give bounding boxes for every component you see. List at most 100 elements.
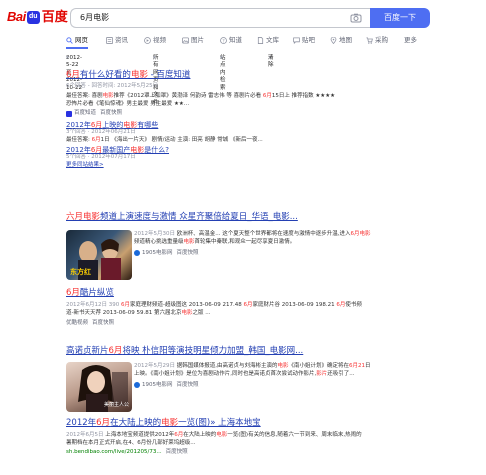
cache-snapshot-link[interactable]: 百度快照: [100, 110, 122, 117]
search-icon: [66, 36, 73, 44]
tab-purchase[interactable]: 采购: [366, 33, 388, 47]
subtitle-text: 有哪些: [137, 120, 159, 129]
result-source: 百度知道 百度快照: [66, 110, 366, 117]
snippet-highlight: 6月: [262, 92, 272, 99]
more-results-link[interactable]: 更多同站结果>: [66, 162, 366, 169]
title-text: 将映 朴信阳等演技明星倾力加盟_韩国_电影网...: [122, 346, 304, 356]
snippet-text: 欧洲杯、高温金... 这个夏天整个世界都将在速度与激情中逐步升温,进入: [175, 231, 351, 237]
source-name[interactable]: 1905电影网: [142, 250, 173, 257]
tab-video[interactable]: 视频: [144, 33, 166, 47]
tab-more[interactable]: 更多: [404, 33, 417, 47]
baidu-logo[interactable]: Bai du 百度: [7, 9, 68, 24]
cache-snapshot-link[interactable]: 百度快照: [177, 382, 199, 389]
title-highlight: 电影: [161, 418, 179, 428]
tab-image[interactable]: 图片: [182, 33, 204, 47]
tab-tieba[interactable]: 贴吧: [293, 33, 315, 47]
paw-icon: du: [26, 10, 40, 24]
search-result-4: 高诺贞新片6月将映 朴信阳等演技明星倾力加盟_韩国_电影网...: [66, 346, 386, 356]
tab-web[interactable]: 网页: [66, 33, 88, 49]
tab-label: 贴吧: [302, 35, 315, 44]
source-name[interactable]: 优酷视频: [66, 320, 88, 327]
snippet-text: 家庭财片谷 2013-06-09 198.21: [252, 302, 337, 309]
result-title-link[interactable]: 6月酷片纵览: [66, 288, 366, 298]
source-name[interactable]: 百度知道: [74, 110, 96, 117]
subtitle-text: 最新国产: [102, 145, 131, 154]
snippet-text: 2012年6月12日 390: [66, 302, 121, 309]
cache-snapshot-link[interactable]: 百度快照: [177, 250, 199, 257]
subtitle-text: 2012年: [66, 145, 91, 154]
snippet-text: 频道精心挑选重量级: [134, 239, 184, 246]
search-query[interactable]: 6月电影: [71, 13, 350, 24]
result-snippet: 最佳答案: 喜剧电影推荐《2012罩上加罩》黄渤泽 何韵诗 雷志伟 等 喜剧片必…: [66, 92, 336, 109]
title-highlight: 6月: [96, 418, 111, 428]
cache-snapshot-link[interactable]: 百度快照: [92, 320, 114, 327]
result-title-link[interactable]: 6月有什么好看的电影 - 百度知道: [66, 70, 366, 80]
result-snippet: 2012年5月29日 据韩国媒体报道,由高诺贞与刘海彬主演的电影《南小姐计划》确…: [134, 362, 374, 379]
search-tabs: 网页 资讯 视频 图片 ? 知道 文库 贴吧 地图 采购 更多: [0, 33, 486, 49]
result-snippet: 2012年6月12日 390 6月家庭理财频道-超级图这 2013-06-09 …: [66, 301, 366, 318]
tab-wenku[interactable]: 文库: [257, 33, 279, 47]
news-icon: [106, 36, 113, 44]
snippet-highlight: 6月: [174, 432, 184, 439]
title-text: 有什么好看的: [79, 70, 131, 80]
chevron-down-icon: ▾: [153, 55, 156, 61]
search-result-1: 6月有什么好看的电影 - 百度知道 6个回答 - 回答时间: 2012年5月25…: [66, 70, 366, 169]
search-input[interactable]: 6月电影: [70, 8, 370, 28]
clear-label: 清除: [268, 55, 274, 69]
result-source: 1905电影网 百度快照: [134, 250, 374, 257]
snippet-text: 还吸引了...: [327, 371, 355, 378]
result-thumbnail-image[interactable]: 东方红: [66, 230, 132, 280]
snippet-text: 推荐《2012罩上加罩》黄渤泽 何韵诗 雷志伟 等 喜剧片必看: [113, 92, 263, 99]
search-result-5: 2012年6月在大陆上映的电影一览(图)» 上海本地宝 2012年6月5日 上海…: [66, 418, 386, 456]
snippet-highlight: 6月: [121, 302, 130, 309]
title-text: 2012年: [66, 418, 97, 428]
tab-label: 采购: [375, 35, 388, 44]
snippet-text: 之版 ...: [192, 310, 211, 317]
tab-label: 知道: [229, 35, 242, 44]
result-source: 优酷视频 百度快照: [66, 320, 366, 327]
snippet-highlight: 6月: [350, 231, 360, 237]
snippet-date: 2012年5月30日: [134, 231, 175, 237]
result-title-link[interactable]: 六月电影频道上演速度与激情 众星齐聚倍给夏日_华语_电影...: [66, 212, 386, 222]
source-name[interactable]: 1905电影网: [142, 382, 173, 389]
question-icon: ?: [220, 36, 227, 44]
camera-icon[interactable]: [350, 13, 362, 23]
title-text: 酷片纵览: [79, 288, 114, 298]
sub-result-link[interactable]: 2012年6月最新国产电影是什么?: [66, 146, 366, 154]
cart-icon: [366, 36, 373, 44]
subtitle-highlight: 6月: [90, 145, 103, 154]
tab-map[interactable]: 地图: [330, 33, 352, 47]
tab-news[interactable]: 资讯: [106, 33, 128, 47]
site-favicon-icon: [134, 250, 140, 257]
poster-caption: 美丽主人公: [103, 402, 129, 409]
snippet-highlight: 6月21: [349, 363, 366, 369]
search-result-3: 6月酷片纵览 2012年6月12日 390 6月家庭理财频道-超级图这 2013…: [66, 288, 366, 327]
tab-zhidao[interactable]: ? 知道: [220, 33, 242, 47]
subtitle-text: 2012年: [66, 120, 91, 129]
video-icon: [144, 36, 151, 44]
result-source: sh.bendibao.com/live/201205/73... 百度快照: [66, 449, 386, 456]
title-text: 高诺贞新片: [66, 346, 109, 356]
sub-result-link[interactable]: 2012年6月上映的电影有哪些: [66, 121, 366, 129]
sub-result-meta: 3个回答 · 2012年06月21日: [66, 128, 136, 135]
snippet-text: 上海本地宝频道提供2012年: [103, 432, 175, 439]
result-title-link[interactable]: 高诺贞新片6月将映 朴信阳等演技明星倾力加盟_韩国_电影网...: [66, 346, 386, 356]
snippet-text: 在大陆上映的: [183, 432, 217, 439]
subtitle-text: 是什么?: [144, 145, 170, 154]
search-button[interactable]: 百度一下: [370, 8, 430, 28]
subtitle-highlight: 6月: [90, 120, 103, 129]
title-highlight: 六月: [66, 212, 84, 222]
image-icon: [182, 36, 189, 44]
result-snippet: 2012年5月30日 欧洲杯、高温金... 这个夏天整个世界都将在速度与激情中逐…: [134, 230, 374, 247]
snippet-text: 家庭理财频道-超级图这 2013-06-09 217.48: [130, 302, 244, 309]
sub-result-meta: 5个回答 · 2012年07月17日: [66, 153, 136, 160]
result-thumbnail-image[interactable]: 美丽主人公: [66, 362, 132, 412]
cache-snapshot-link[interactable]: 百度快照: [166, 449, 188, 456]
result-2-body: 2012年5月30日 欧洲杯、高温金... 这个夏天整个世界都将在速度与激情中逐…: [134, 230, 374, 257]
snippet-highlight: 影片: [316, 371, 328, 378]
tab-label: 图片: [191, 35, 204, 44]
result-title-link[interactable]: 2012年6月在大陆上映的电影一览(图)» 上海本地宝: [66, 418, 386, 428]
site-favicon-icon: [134, 382, 140, 389]
result-4-body: 2012年5月29日 据韩国媒体报道,由高诺贞与刘海彬主演的电影《南小姐计划》确…: [134, 362, 374, 389]
source-url[interactable]: sh.bendibao.com/live/201205/73...: [66, 449, 162, 456]
